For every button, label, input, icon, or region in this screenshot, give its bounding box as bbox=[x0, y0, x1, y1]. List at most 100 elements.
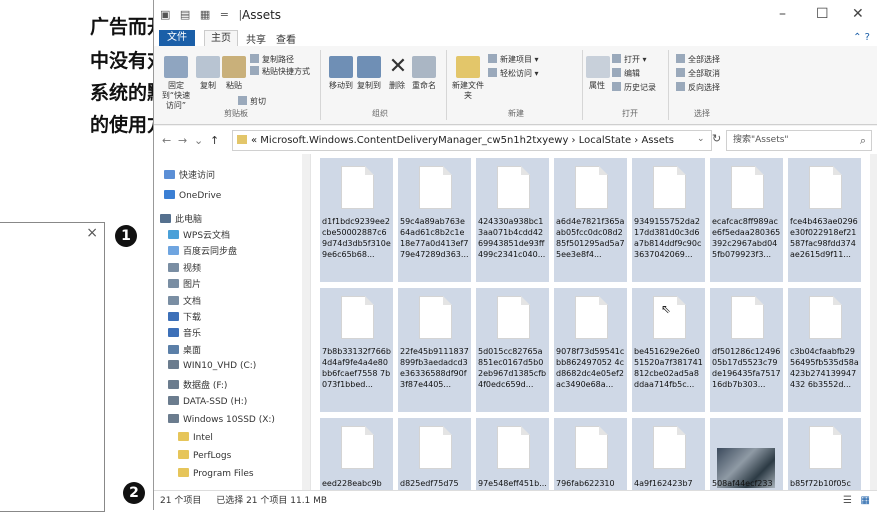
copy-path-button[interactable]: 复制路径 bbox=[250, 54, 294, 65]
content-scrollbar[interactable] bbox=[870, 154, 877, 490]
file-item[interactable]: fce4b463ae0296e30f022918ef21587fac98fdd3… bbox=[788, 158, 861, 282]
nav-item[interactable]: 下载 bbox=[168, 310, 201, 323]
close-button[interactable]: ✕ bbox=[852, 6, 864, 22]
copy-to-button[interactable]: 复制到 bbox=[356, 56, 382, 91]
file-item[interactable]: d825edf75d752... bbox=[398, 418, 471, 490]
nav-item-icon bbox=[178, 432, 189, 441]
select-none-icon bbox=[676, 68, 685, 77]
nav-item[interactable]: WPS云文档 bbox=[168, 228, 230, 241]
move-to-button[interactable]: 移动到 bbox=[328, 56, 354, 91]
nav-item[interactable]: Program Files bbox=[178, 468, 254, 479]
invert-selection-button[interactable]: 反向选择 bbox=[676, 82, 720, 93]
paste-shortcut-button[interactable]: 粘贴快捷方式 bbox=[250, 66, 310, 77]
cut-button[interactable]: 剪切 bbox=[238, 96, 266, 107]
group-label-open: 打开 bbox=[622, 109, 638, 118]
file-item[interactable]: 796fab6223107... bbox=[554, 418, 627, 490]
close-icon[interactable]: × bbox=[86, 225, 98, 241]
file-item[interactable]: 424330a938bc13aa071b4cdd4269943851de93ff… bbox=[476, 158, 549, 282]
blank-file-icon bbox=[731, 166, 764, 209]
nav-item[interactable]: 视频 bbox=[168, 261, 201, 274]
nav-scrollbar[interactable] bbox=[302, 154, 310, 490]
new-folder-icon[interactable]: ▤ bbox=[180, 8, 190, 21]
nav-item[interactable]: 此电脑 bbox=[160, 212, 202, 225]
nav-item-icon bbox=[168, 296, 179, 305]
file-item[interactable]: 59c4a89ab763e64ad61c8b2c1e18e77a0d413ef7… bbox=[398, 158, 471, 282]
nav-item-label: 音乐 bbox=[183, 329, 202, 339]
file-name: be451629e26e051520a7f381741812cbe02ad5a8… bbox=[634, 347, 703, 389]
pin-quick-access-button[interactable]: 固定到“快速访问” bbox=[158, 56, 194, 111]
minimize-button[interactable]: – bbox=[779, 6, 786, 22]
file-item[interactable]: df501286c1249605b17d5523c79de196435fa751… bbox=[710, 288, 783, 412]
nav-item[interactable]: 音乐 bbox=[168, 326, 201, 339]
nav-item-icon bbox=[168, 328, 179, 337]
nav-item[interactable]: WIN10_VHD (C:) bbox=[168, 360, 256, 371]
file-item[interactable]: 508af44ecf233d... bbox=[710, 418, 783, 490]
large-icons-view-icon[interactable]: ▦ bbox=[861, 491, 870, 511]
properties-icon[interactable]: ▣ bbox=[160, 8, 170, 21]
file-item[interactable]: d1f1bdc9239ee2cbe50002887c69d74d3db5f310… bbox=[320, 158, 393, 282]
file-item[interactable]: 7b8b33132f766b4d4af9fe4a4e80bb6fcaef7558… bbox=[320, 288, 393, 412]
file-item[interactable]: 5d015cc82765a851ec0167d5b02eb967d1385cfb… bbox=[476, 288, 549, 412]
nav-item[interactable]: Intel bbox=[178, 432, 213, 443]
chevron-down-icon[interactable]: ⌄ bbox=[697, 134, 705, 144]
maximize-button[interactable]: ☐ bbox=[816, 6, 829, 22]
file-name: eed228eabc9be... bbox=[322, 479, 382, 488]
file-item[interactable]: 4a9f162423b7b... bbox=[632, 418, 705, 490]
delete-button[interactable]: ✕ 删除 bbox=[386, 56, 408, 91]
paste-button[interactable]: 粘贴 bbox=[222, 56, 246, 91]
file-item[interactable]: 9078f73d59541cbb862497052 4cd8682dc4e05e… bbox=[554, 288, 627, 412]
address-path[interactable]: « Microsoft.Windows.ContentDeliveryManag… bbox=[232, 130, 712, 151]
file-item[interactable]: ecafcac8ff989ace6f5edaa280365392c2967abd… bbox=[710, 158, 783, 282]
file-item[interactable]: 9349155752da217dd381d0c3d6a7b814ddf9c90c… bbox=[632, 158, 705, 282]
tab-home[interactable]: 主页 bbox=[204, 30, 238, 46]
file-item[interactable]: eed228eabc9be... bbox=[320, 418, 393, 490]
search-icon[interactable]: ⌕ bbox=[860, 131, 866, 150]
help-icon[interactable]: ⌃ ? bbox=[853, 32, 870, 43]
tab-view[interactable]: 查看 bbox=[276, 31, 296, 46]
file-item[interactable]: 97e548eff451b... bbox=[476, 418, 549, 490]
file-item[interactable]: 22fe45b9111837899fb3aedadcd3e36336588df9… bbox=[398, 288, 471, 412]
details-view-icon[interactable]: ☰ bbox=[843, 491, 852, 511]
copy-button[interactable]: 复制 bbox=[196, 56, 220, 91]
forward-button[interactable]: → bbox=[178, 134, 187, 147]
history-button[interactable]: 历史记录 bbox=[612, 82, 656, 93]
nav-item-label: DATA-SSD (H:) bbox=[183, 397, 248, 407]
open-button[interactable]: 打开 ▾ bbox=[612, 54, 647, 65]
nav-item-label: PerfLogs bbox=[193, 451, 232, 461]
nav-item[interactable]: 数据盘 (F:) bbox=[168, 378, 227, 391]
file-item[interactable]: b85f72b10f05ce... bbox=[788, 418, 861, 490]
nav-item[interactable]: DATA-SSD (H:) bbox=[168, 396, 247, 407]
nav-item[interactable]: 桌面 bbox=[168, 343, 201, 356]
back-button[interactable]: ← bbox=[162, 134, 171, 147]
edit-button[interactable]: 编辑 bbox=[612, 68, 640, 79]
tab-share[interactable]: 共享 bbox=[246, 31, 266, 46]
nav-item[interactable]: 文档 bbox=[168, 294, 201, 307]
up-button[interactable]: ↑ bbox=[210, 134, 219, 147]
recent-locations-button[interactable]: ⌄ bbox=[194, 134, 203, 147]
tab-file[interactable]: 文件 bbox=[159, 30, 195, 46]
new-folder-button[interactable]: 新建文件夹 bbox=[452, 56, 484, 101]
customize-icon[interactable]: ▦ bbox=[200, 8, 210, 21]
file-item[interactable]: c3b04cfaabfb2956495fb535d58a423b27413994… bbox=[788, 288, 861, 412]
select-all-button[interactable]: 全部选择 bbox=[676, 54, 720, 65]
refresh-icon[interactable]: ↻ bbox=[712, 132, 721, 145]
copy-icon bbox=[196, 56, 220, 78]
new-item-button[interactable]: 新建项目 ▾ bbox=[488, 54, 539, 65]
dropdown-icon[interactable]: = bbox=[220, 8, 229, 21]
properties-button[interactable]: 属性 bbox=[586, 56, 610, 91]
easy-access-button[interactable]: 轻松访问 ▾ bbox=[488, 68, 539, 79]
nav-item[interactable]: PerfLogs bbox=[178, 450, 231, 461]
nav-item[interactable]: Windows 10SSD (X:) bbox=[168, 414, 275, 425]
nav-item-icon bbox=[168, 312, 179, 321]
rename-button[interactable]: 重命名 bbox=[410, 56, 438, 91]
file-item[interactable]: a6d4e7821f365aab05fcc0dc08d285f501295ad5… bbox=[554, 158, 627, 282]
search-input[interactable]: 搜索"Assets" ⌕ bbox=[726, 130, 872, 151]
search-placeholder: 搜索"Assets" bbox=[733, 135, 789, 145]
select-none-button[interactable]: 全部取消 bbox=[676, 68, 720, 79]
nav-item[interactable]: 百度云同步盘 bbox=[168, 244, 237, 257]
nav-item[interactable]: 图片 bbox=[168, 277, 201, 290]
nav-item-icon bbox=[164, 190, 175, 199]
nav-item[interactable]: 快速访问 bbox=[164, 168, 215, 181]
nav-item[interactable]: OneDrive bbox=[164, 190, 221, 201]
nav-item-label: 数据盘 (F:) bbox=[183, 381, 228, 391]
